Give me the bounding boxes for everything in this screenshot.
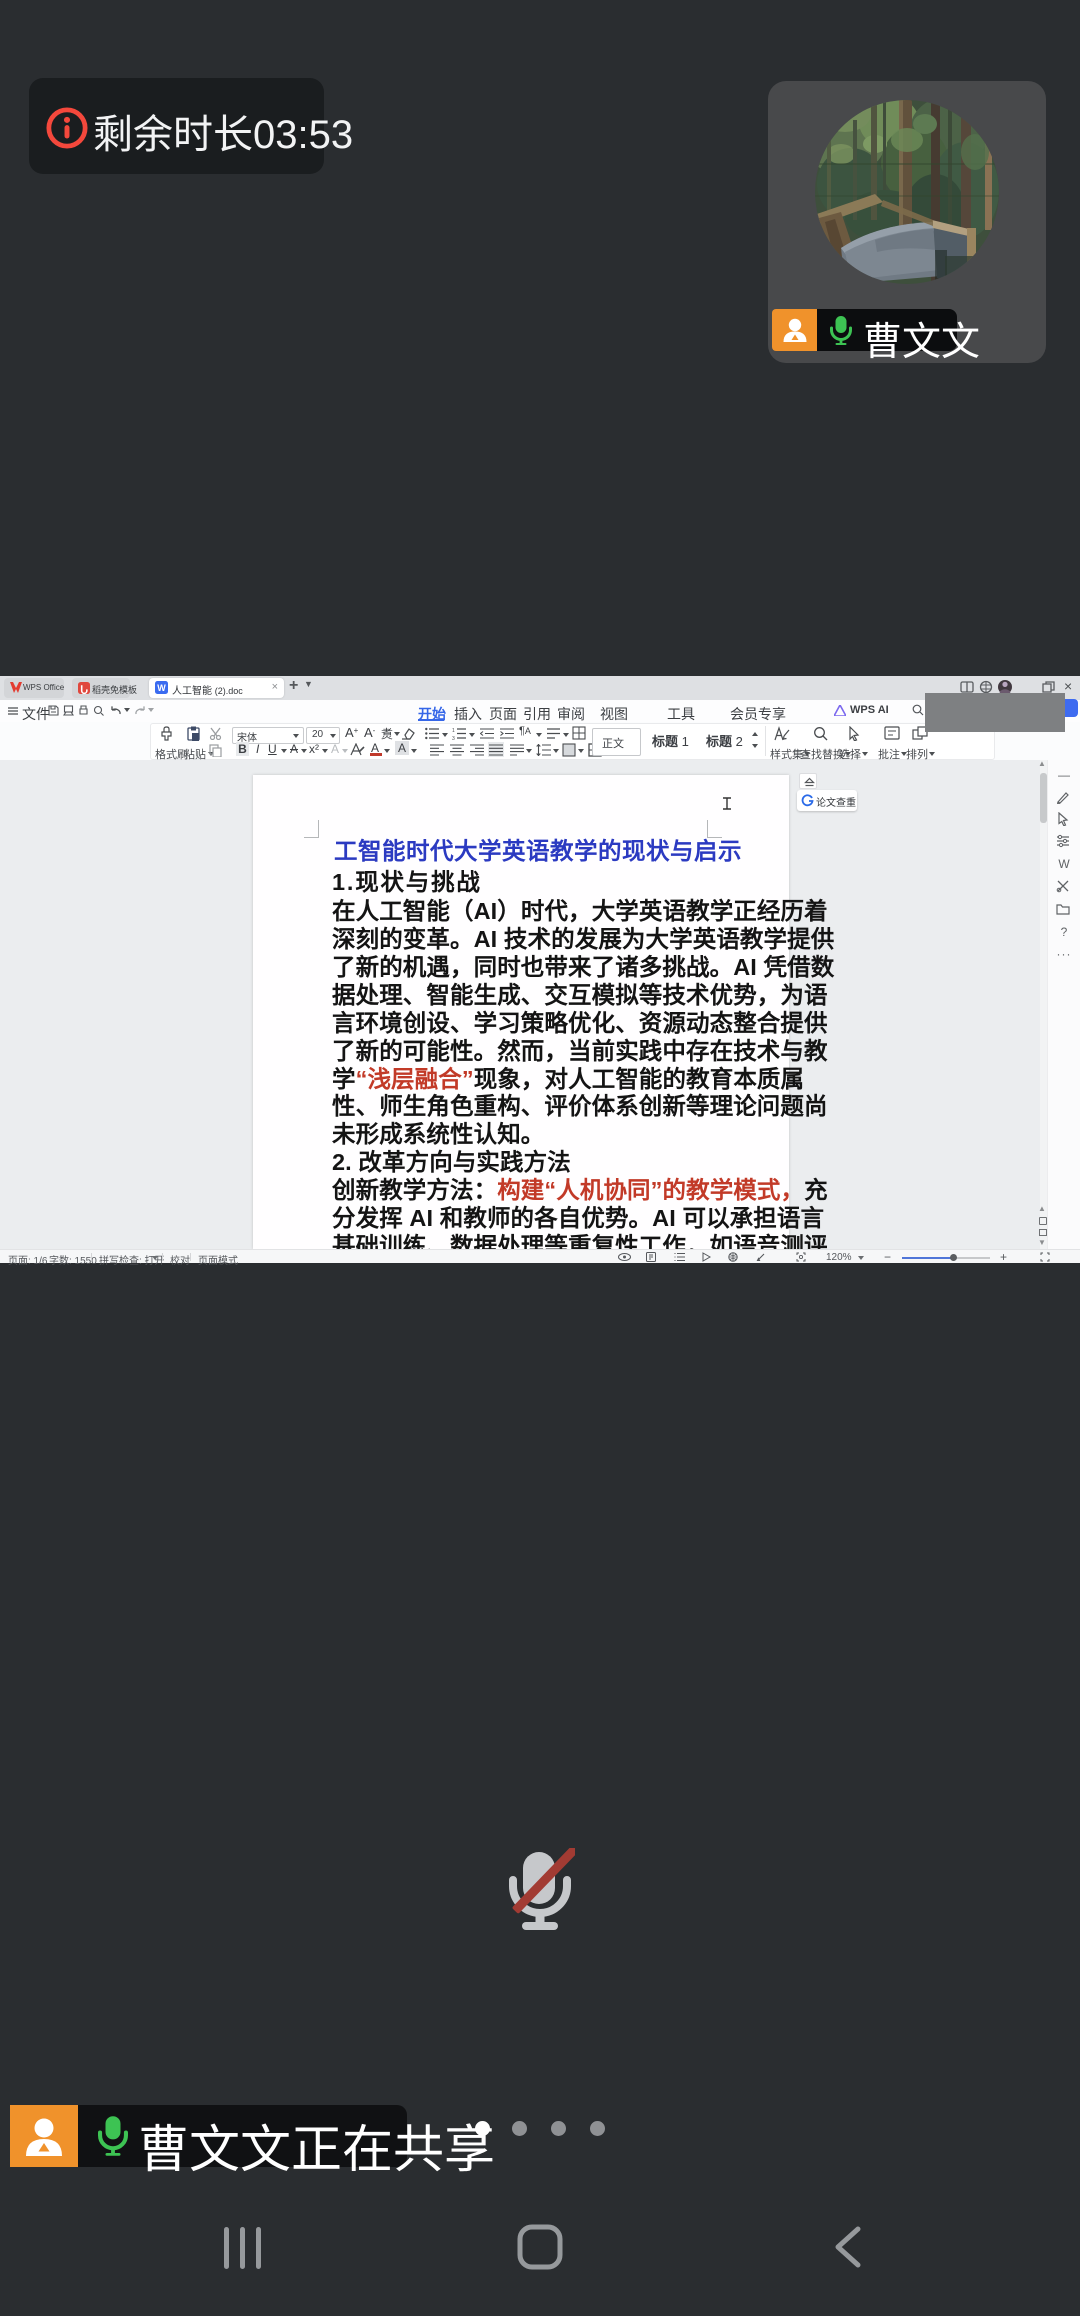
svg-text:W: W [157,683,166,693]
svg-text:1: 1 [452,728,455,734]
svg-text:3: 3 [452,736,455,740]
